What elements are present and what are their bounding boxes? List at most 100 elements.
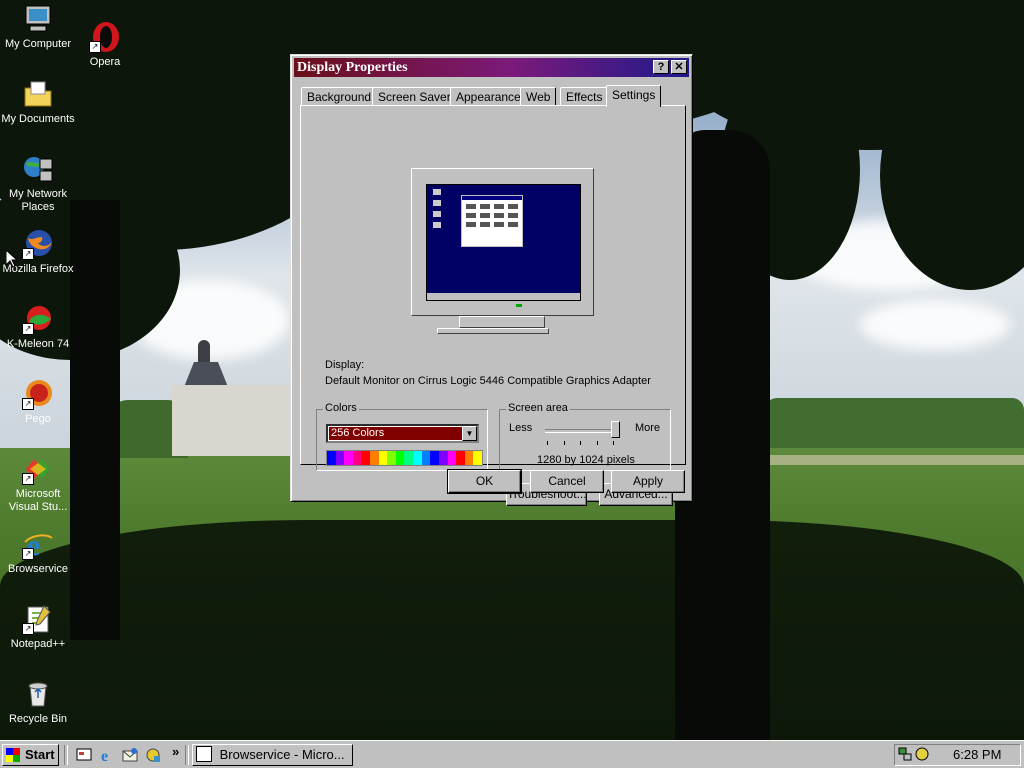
taskbar-button-browservice[interactable]: Browservice - Micro... xyxy=(192,744,353,766)
window-title: Display Properties xyxy=(297,60,408,75)
taskbar-separator xyxy=(185,745,189,765)
channels-icon[interactable] xyxy=(145,747,161,763)
tab-appearance[interactable]: Appearance xyxy=(450,87,527,106)
screen-area-value: 1280 by 1024 pixels xyxy=(537,454,635,466)
help-button[interactable]: ? xyxy=(653,60,669,74)
colors-group-title: Colors xyxy=(323,402,359,414)
slider-tick xyxy=(547,441,548,445)
svg-text:e: e xyxy=(101,748,108,763)
screen-area-slider-track[interactable] xyxy=(545,429,615,433)
colors-group: Colors 256 Colors ▼ xyxy=(316,402,488,471)
volume-tray-icon[interactable] xyxy=(915,747,929,761)
screen-area-group-title: Screen area xyxy=(506,402,570,414)
desktop-icon-pego[interactable]: ↗ Pego xyxy=(0,378,76,426)
desktop-icon-network-places[interactable]: My Network Places xyxy=(0,153,76,214)
desktop-icon-label: Opera xyxy=(89,56,121,68)
desktop-icon-label: My Documents xyxy=(1,113,75,125)
tab-settings[interactable]: Settings xyxy=(606,85,662,107)
desktop-icon-opera[interactable]: ↗ Opera xyxy=(67,21,143,69)
outlook-express-icon[interactable] xyxy=(122,747,138,763)
desktop-icon-label: Notepad++ xyxy=(10,638,66,650)
monitor-stand xyxy=(459,316,545,328)
desktop-icon-browservice[interactable]: e ↗ Browservice xyxy=(0,528,76,576)
apply-button[interactable]: Apply xyxy=(611,470,685,493)
k-meleon-icon: ↗ xyxy=(22,303,54,335)
slider-tick xyxy=(580,441,581,445)
desktop-icon-notepad-plus-plus[interactable]: ↗ Notepad++ xyxy=(0,603,76,651)
display-properties-window: Display Properties ? ✕ Background Screen… xyxy=(290,54,693,506)
slider-tick xyxy=(563,441,565,445)
clock[interactable]: 6:28 PM xyxy=(953,745,1001,765)
shortcut-arrow-icon: ↗ xyxy=(22,623,34,635)
start-label: Start xyxy=(25,747,55,762)
monitor-screen xyxy=(426,184,581,301)
taskbar-separator xyxy=(64,745,68,765)
quick-launch-overflow[interactable]: » xyxy=(172,744,179,759)
tab-web[interactable]: Web xyxy=(520,87,557,106)
network-places-icon xyxy=(22,153,54,185)
shortcut-arrow-icon: ↗ xyxy=(89,41,101,53)
taskbar-button-label: Browservice - Micro... xyxy=(219,747,345,762)
desktop-icon-recycle-bin[interactable]: Recycle Bin xyxy=(0,678,76,726)
desktop-icon-label: Microsoft Visual Stu... xyxy=(8,488,68,513)
colors-dropdown-value: 256 Colors xyxy=(329,427,467,440)
tab-background[interactable]: Background xyxy=(301,87,378,106)
monitor-led-icon xyxy=(516,304,522,307)
pego-icon: ↗ xyxy=(22,378,54,410)
show-desktop-icon[interactable] xyxy=(76,747,92,763)
display-label: Display: xyxy=(325,359,365,371)
desktop-icon-my-computer[interactable]: My Computer xyxy=(0,3,76,51)
taskbar: Start e » Browservice - Micro... 6:28 PM xyxy=(0,740,1024,768)
tab-effects[interactable]: Effects xyxy=(560,87,609,106)
desktop-icon-my-documents[interactable]: My Documents xyxy=(0,78,76,126)
colors-dropdown[interactable]: 256 Colors ▼ xyxy=(326,424,479,443)
internet-explorer-icon: e ↗ xyxy=(22,528,54,562)
wallpaper-path xyxy=(760,455,1024,465)
tab-screen-saver[interactable]: Screen Saver xyxy=(372,87,457,106)
close-button[interactable]: ✕ xyxy=(671,60,687,74)
recycle-bin-icon xyxy=(22,678,54,710)
my-computer-icon xyxy=(22,3,54,35)
slider-tick xyxy=(613,441,614,445)
visual-studio-icon: ↗ xyxy=(22,453,54,485)
desktop-icon-label: Pego xyxy=(25,413,51,425)
desktop-icon-visual-studio[interactable]: ↗ Microsoft Visual Stu... xyxy=(0,453,76,514)
desktop-icon-label: Browservice xyxy=(8,563,68,575)
wallpaper-shadow xyxy=(0,520,1024,740)
notepad-plus-plus-icon: ↗ xyxy=(22,603,54,635)
wallpaper-treeline xyxy=(765,398,1024,448)
monitor-base xyxy=(437,328,549,334)
internet-explorer-icon[interactable]: e xyxy=(99,747,115,765)
wallpaper-castle xyxy=(172,340,292,456)
slider-less-label: Less xyxy=(509,422,533,434)
my-documents-icon xyxy=(22,78,54,110)
desktop-icon-label: K-Meleon 74 xyxy=(6,338,70,350)
window-titlebar[interactable]: Display Properties ? ✕ xyxy=(294,58,689,77)
slider-more-label: More xyxy=(635,422,661,434)
desktop-icon-label: My Computer xyxy=(4,38,72,50)
color-palette-bar xyxy=(326,450,483,466)
screen-area-group: Screen area Less More 1280 by 1024 pixel… xyxy=(499,402,671,471)
start-button[interactable]: Start xyxy=(2,744,59,766)
ok-button[interactable]: OK xyxy=(447,469,522,494)
firefox-icon: ↗ xyxy=(22,228,54,260)
desktop-icon-label: My Network Places xyxy=(8,188,68,213)
wallpaper-cloud xyxy=(860,300,1010,350)
shortcut-arrow-icon: ↗ xyxy=(22,248,34,260)
desktop-icon-k-meleon[interactable]: ↗ K-Meleon 74 xyxy=(0,303,76,351)
windows-logo-icon xyxy=(6,748,20,762)
mini-taskbar xyxy=(427,293,580,300)
display-adapter-value: Default Monitor on Cirrus Logic 5446 Com… xyxy=(325,375,651,387)
wallpaper-tree-trunk xyxy=(70,200,120,640)
network-tray-icon[interactable] xyxy=(898,747,912,761)
mini-window-preview xyxy=(461,195,523,247)
screen-area-slider-thumb[interactable] xyxy=(611,421,620,438)
shortcut-arrow-icon: ↗ xyxy=(22,548,34,560)
desktop-icon-label: Recycle Bin xyxy=(8,713,68,725)
slider-tick xyxy=(596,441,598,445)
chevron-down-icon[interactable]: ▼ xyxy=(462,426,477,441)
cancel-button[interactable]: Cancel xyxy=(530,470,604,493)
monitor-preview xyxy=(411,168,594,316)
settings-panel: Display: Default Monitor on Cirrus Logic… xyxy=(300,105,686,506)
mouse-cursor-icon xyxy=(5,248,19,271)
